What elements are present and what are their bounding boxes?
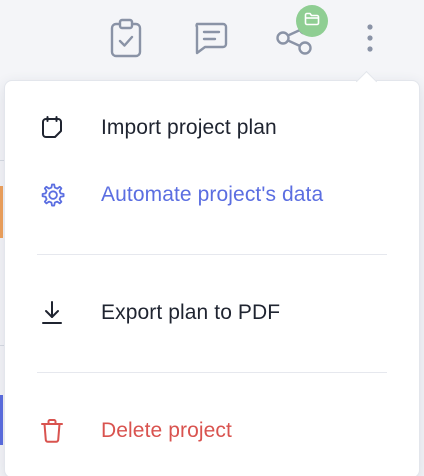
checklist-button[interactable] [102, 14, 150, 62]
import-icon [37, 113, 67, 143]
menu-divider [37, 254, 387, 255]
gear-icon [37, 180, 67, 210]
background-blue-marker [0, 395, 3, 445]
background-orange-marker [0, 186, 3, 238]
more-options-button[interactable] [346, 14, 394, 62]
comments-button[interactable] [186, 14, 234, 62]
download-icon [37, 298, 67, 328]
menu-item-label: Delete project [101, 419, 232, 442]
menu-item-label: Import project plan [101, 116, 277, 139]
clipboard-check-icon [109, 18, 143, 58]
menu-item-delete-project[interactable]: Delete project [37, 411, 387, 451]
comment-icon [191, 19, 229, 57]
toolbar [0, 0, 424, 80]
menu-item-label: Automate project's data [101, 183, 324, 206]
trash-icon [37, 416, 67, 446]
project-options-menu: Import project plan Automate project's d… [4, 80, 420, 476]
menu-divider [37, 372, 387, 373]
menu-item-import-project-plan[interactable]: Import project plan [37, 108, 387, 148]
folder-icon [304, 12, 320, 31]
menu-item-export-plan-to-pdf[interactable]: Export plan to PDF [37, 293, 387, 333]
menu-item-automate-projects-data[interactable]: Automate project's data [37, 175, 387, 215]
page: Import project plan Automate project's d… [0, 0, 424, 476]
menu-item-label: Export plan to PDF [101, 301, 281, 324]
folder-badge [296, 5, 328, 37]
more-vertical-icon [365, 23, 375, 53]
